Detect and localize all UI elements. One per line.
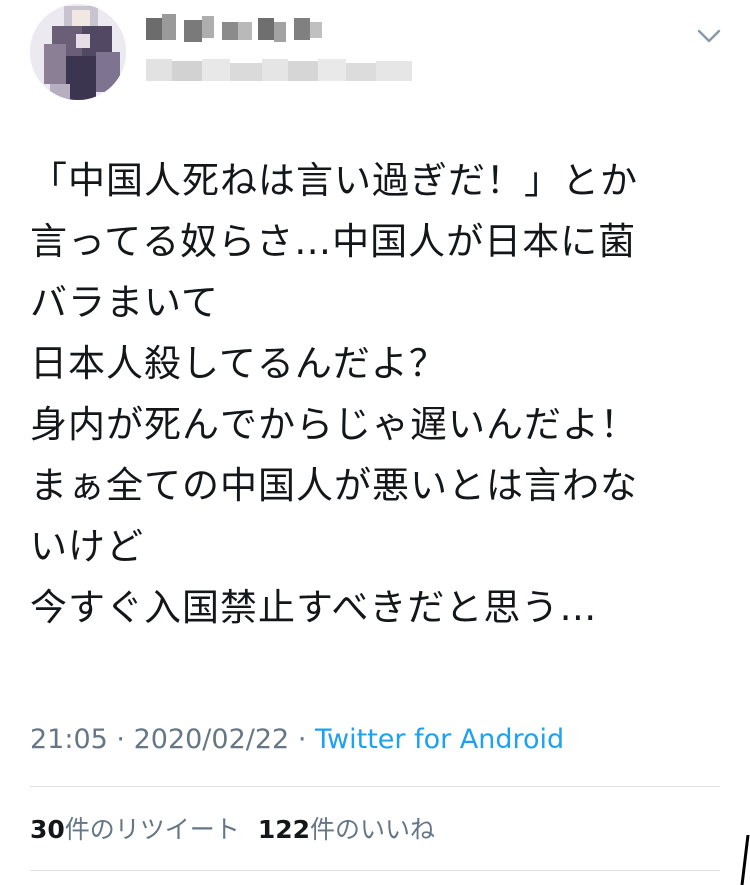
retweets-stat[interactable]: 30件のリツイート xyxy=(30,812,240,848)
tweet-source-link[interactable]: Twitter for Android xyxy=(315,724,564,755)
likes-stat[interactable]: 122件のいいね xyxy=(258,812,435,848)
username-redacted[interactable] xyxy=(146,12,324,46)
like-count: 122 xyxy=(257,815,310,844)
tweet-line: バラまいて xyxy=(30,281,219,324)
like-label: 件のいいね xyxy=(310,815,436,844)
tweet-line: 今すぐ入国禁止すべきだと思う… xyxy=(30,586,598,629)
avatar[interactable] xyxy=(30,4,126,100)
divider xyxy=(30,786,720,787)
tweet-line: まぁ全ての中国人が悪いとは言わな xyxy=(30,464,638,507)
tweet-line: 言ってる奴らさ…中国人が日本に菌 xyxy=(30,220,637,263)
tweet-line: 「中国人死ねは言い過ぎだ！」とか xyxy=(30,159,638,202)
tweet-stats: 30件のリツイート 122件のいいね xyxy=(30,812,435,848)
tweet-text: 「中国人死ねは言い過ぎだ！」とか 言ってる奴らさ…中国人が日本に菌 バラまいて … xyxy=(30,150,710,638)
retweet-label: 件のリツイート xyxy=(64,815,240,844)
tweet-meta: 21:05 · 2020/02/22 · Twitter for Android xyxy=(30,722,564,758)
meta-separator: · xyxy=(297,724,307,755)
retweet-count: 30 xyxy=(30,815,65,844)
tweet-time: 21:05 xyxy=(30,724,108,755)
tweet-date: 2020/02/22 xyxy=(133,724,290,755)
tweet-line: 日本人殺してるんだよ？ xyxy=(30,342,447,385)
chevron-down-icon[interactable] xyxy=(694,24,724,48)
divider xyxy=(30,870,720,871)
handle-redacted[interactable] xyxy=(146,55,414,85)
tweet-line: いけど xyxy=(30,525,144,568)
edge-decoration xyxy=(740,835,750,885)
meta-separator: · xyxy=(116,724,125,755)
avatar-image xyxy=(30,4,126,100)
tweet-detail-view: 「中国人死ねは言い過ぎだ！」とか 言ってる奴らさ…中国人が日本に菌 バラまいて … xyxy=(0,0,750,885)
tweet-line: 身内が死んでからじゃ遅いんだよ！ xyxy=(30,403,638,446)
